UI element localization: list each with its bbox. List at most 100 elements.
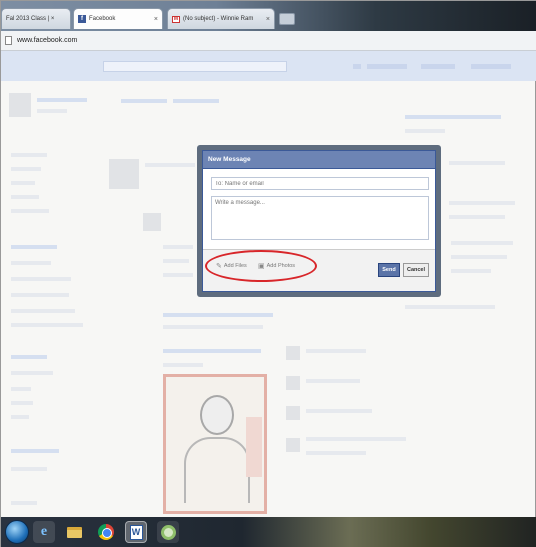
tab-gmail[interactable]: M (No subject) - Winnie Ram × xyxy=(167,8,275,29)
chat-name xyxy=(306,409,372,413)
folder-icon xyxy=(66,526,82,538)
tab-facebook[interactable]: f Facebook × xyxy=(73,8,163,29)
chrome-icon[interactable] xyxy=(95,521,117,543)
post-photo xyxy=(163,374,267,514)
right-column-item xyxy=(449,161,505,165)
post-avatar xyxy=(143,213,161,231)
cancel-button[interactable]: Cancel xyxy=(403,263,429,277)
sidebar-item xyxy=(11,293,69,297)
sidebar-item xyxy=(11,309,75,313)
word-doc-icon: W xyxy=(129,524,143,540)
edit-profile-link xyxy=(37,109,67,113)
chrome-logo-icon xyxy=(98,524,114,540)
chat-name xyxy=(306,451,366,455)
internet-explorer-icon[interactable]: e xyxy=(33,521,55,543)
right-column-item xyxy=(405,305,495,309)
chat-name xyxy=(306,379,360,383)
profile-picture xyxy=(9,93,31,117)
start-orb-icon[interactable] xyxy=(5,520,29,544)
sidebar-item xyxy=(11,323,83,327)
close-icon[interactable]: × xyxy=(263,16,270,23)
add-photos-tab xyxy=(173,99,219,103)
tab-class[interactable]: Fal 2013 Class | × xyxy=(1,8,71,29)
sidebar-item xyxy=(11,415,29,419)
update-status-tab xyxy=(121,99,167,103)
sidebar-heading xyxy=(11,449,59,453)
sidebar-item xyxy=(11,261,51,265)
sidebar-item xyxy=(11,387,31,391)
chat-avatar xyxy=(286,406,300,420)
sidebar-item xyxy=(11,467,47,471)
photo-face xyxy=(200,395,234,435)
friends-icon[interactable] xyxy=(353,64,361,69)
add-files-label: Add Files xyxy=(223,263,247,269)
add-photos-button[interactable]: ▣ Add Photos xyxy=(258,262,295,270)
right-column-item xyxy=(449,201,515,205)
right-column-item xyxy=(449,215,505,219)
chat-avatar xyxy=(286,346,300,360)
settings-link[interactable] xyxy=(471,64,511,69)
sidebar-item xyxy=(11,167,41,171)
app-icon[interactable] xyxy=(157,521,179,543)
tab-label: Fal 2013 Class | × xyxy=(6,16,55,22)
facebook-search-input[interactable] xyxy=(103,61,287,72)
post-text xyxy=(145,163,195,167)
right-column-item xyxy=(451,255,507,259)
sidebar-item xyxy=(11,181,35,185)
new-tab-button[interactable] xyxy=(279,13,295,25)
sidebar-item xyxy=(11,277,71,281)
sidebar-heading xyxy=(11,355,47,359)
browser-tab-strip: Fal 2013 Class | × f Facebook × M (No su… xyxy=(1,1,536,31)
sidebar-item xyxy=(11,501,37,505)
sidebar-item xyxy=(11,401,33,405)
facebook-header xyxy=(1,51,536,81)
tab-label: (No subject) - Winnie Ram xyxy=(183,16,254,22)
close-icon[interactable]: × xyxy=(151,16,158,23)
profile-link[interactable] xyxy=(367,64,407,69)
word-icon[interactable]: W xyxy=(125,521,147,543)
dialog-footer: ✎ Add Files ▣ Add Photos Send Cancel xyxy=(203,249,435,291)
page-icon xyxy=(5,36,12,45)
file-explorer-icon[interactable] xyxy=(63,521,85,543)
post-author xyxy=(163,349,261,353)
right-column-item xyxy=(451,241,513,245)
post-time xyxy=(163,363,203,367)
new-message-panel: New Message ✎ Add Files ▣ Add Photos Sen… xyxy=(202,150,436,292)
add-files-button[interactable]: ✎ Add Files xyxy=(216,262,247,270)
sidebar-heading xyxy=(11,245,57,249)
dialog-title: New Message xyxy=(203,151,435,169)
windows-taskbar: e W xyxy=(1,517,536,547)
post-text xyxy=(163,245,193,249)
right-column-heading xyxy=(405,115,501,119)
send-button[interactable]: Send xyxy=(378,263,400,277)
message-textarea[interactable] xyxy=(211,196,429,240)
home-link[interactable] xyxy=(421,64,455,69)
add-photos-label: Add Photos xyxy=(266,263,296,269)
chat-avatar xyxy=(286,438,300,452)
gear-icon xyxy=(160,524,176,540)
post-text xyxy=(163,325,263,329)
paperclip-icon: ✎ xyxy=(216,263,222,270)
post-text xyxy=(163,273,193,277)
url-text[interactable]: www.facebook.com xyxy=(17,37,77,44)
right-column-item xyxy=(405,129,445,133)
right-column-item xyxy=(451,269,491,273)
tab-label: Facebook xyxy=(89,16,116,22)
sidebar-item xyxy=(11,209,49,213)
chat-avatar xyxy=(286,376,300,390)
chat-name xyxy=(306,349,366,353)
recipient-input[interactable] xyxy=(211,177,429,190)
new-message-dialog: New Message ✎ Add Files ▣ Add Photos Sen… xyxy=(197,145,441,297)
camera-icon: ▣ xyxy=(258,263,265,270)
sidebar-item xyxy=(11,153,47,157)
sidebar-item xyxy=(11,371,53,375)
profile-name xyxy=(37,98,87,102)
facebook-favicon-icon: f xyxy=(78,15,86,23)
photo-side xyxy=(246,417,262,477)
gmail-favicon-icon: M xyxy=(172,15,180,23)
chat-name xyxy=(306,437,406,441)
post-text xyxy=(163,259,189,263)
address-bar[interactable]: www.facebook.com xyxy=(1,31,536,51)
photo-body xyxy=(184,437,250,503)
screenshot-frame: Fal 2013 Class | × f Facebook × M (No su… xyxy=(0,0,536,547)
